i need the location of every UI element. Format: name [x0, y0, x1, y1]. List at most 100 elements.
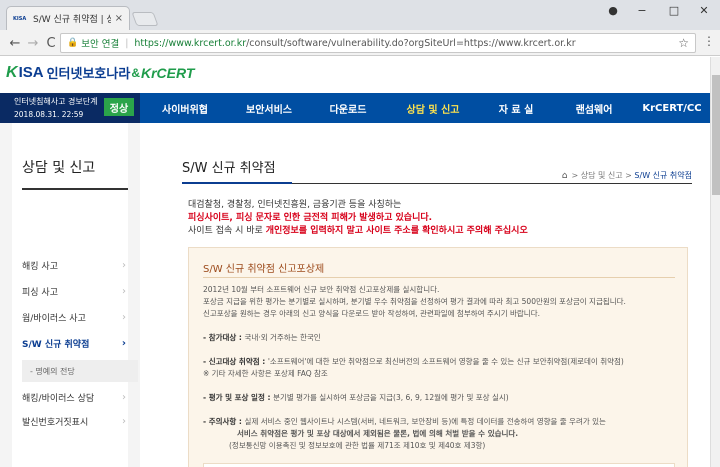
reward-target-label: - 신고대상 취약점 :	[203, 357, 268, 366]
sidebar-panel: 상담 및 신고 해킹 사고 › 피싱 사고 › 웜/바이러스 사고 › S/W 신규 …	[12, 123, 138, 467]
scrollbar-thumb[interactable]	[712, 75, 720, 195]
chevron-right-icon: ›	[122, 285, 126, 297]
logo-kisa: ISA	[18, 64, 44, 81]
reward-inner-panel	[203, 463, 675, 467]
main-navigation: 인터넷침해사고 경보단계 2018.08.31. 22:59 정상 사이버위협 …	[0, 93, 710, 123]
reload-icon[interactable]: C	[42, 34, 60, 52]
sidebar-item-label: 웜/바이러스 사고	[22, 313, 86, 324]
chevron-right-icon: ›	[122, 415, 126, 427]
notice-line-2: 피싱사이트, 피싱 문자로 인한 금전적 피해가 발생하고 있습니다.	[188, 213, 433, 223]
reward-caution: - 주의사항 : 실제 서비스 중인 웹사이트나 시스템(서버, 네트워크, 보…	[203, 416, 683, 428]
tab-close-icon[interactable]: ×	[115, 13, 123, 24]
sidebar-item-hacking-virus-consult[interactable]: 해킹/바이러스 상담 ›	[22, 385, 128, 409]
sidebar-item-phishing[interactable]: 피싱 사고 ›	[22, 279, 128, 303]
sidebar-item-label: S/W 신규 취약점	[22, 339, 90, 350]
menu-item-security-service[interactable]: 보안서비스	[230, 93, 308, 123]
maximize-button[interactable]: □	[658, 0, 690, 20]
menu-bar: 사이버위협 보안서비스 다운로드 상담 및 신고 자 료 실 랜섬웨어 KrCE…	[140, 93, 710, 123]
url-path: /consult/software/vulnerability.do?orgSi…	[246, 37, 576, 49]
browser-menu-icon[interactable]: ⋮	[703, 34, 715, 48]
reward-intro-line-3: 신고포상을 원하는 경우 아래의 신고 양식을 다운로드 받아 작성하여, 관련…	[203, 309, 540, 318]
title-divider	[182, 182, 692, 184]
reward-caution-text: 실제 서비스 중인 웹사이트나 시스템(서버, 네트워크, 보안장비 등)에 특…	[244, 417, 606, 426]
phishing-notice: 대검찰청, 경찰청, 인터넷진흥원, 금융기관 등을 사칭하는 피싱사이트, 피…	[188, 199, 688, 238]
page-title: S/W 신규 취약점	[182, 161, 276, 176]
breadcrumb-current: S/W 신규 취약점	[634, 171, 692, 180]
forward-arrow-icon[interactable]: →	[24, 34, 42, 52]
menu-item-cyber-threat[interactable]: 사이버위협	[140, 93, 230, 123]
kisa-favicon-icon: KISA	[13, 15, 27, 22]
reward-program-box: S/W 신규 취약점 신고포상제 2012년 10월 부터 소프트웨어 신규 보…	[188, 247, 688, 467]
reward-eligibility: - 참가대상 : 국내·외 거주하는 한국인	[203, 332, 683, 344]
logo-k-mark: K	[6, 63, 18, 81]
reward-schedule-text: 분기별 평가를 실시하여 포상금을 지급(3, 6, 9, 12월에 평가 및 …	[273, 393, 509, 402]
address-bar[interactable]: 🔒 보안 연결 | https://www.krcert.or.kr/consu…	[60, 33, 696, 53]
breadcrumb: ⌂ > 상담 및 신고 > S/W 신규 취약점	[562, 170, 692, 181]
sidebar-item-label: 발신번호거짓표시	[22, 417, 89, 428]
notice-line-3-warning: 개인정보를 입력하지 말고 사이트 주소를 확인하시고 주의해 주십시오	[265, 226, 528, 236]
sidebar-item-label: 피싱 사고	[22, 287, 58, 298]
chevron-right-icon: ›	[122, 259, 126, 271]
breadcrumb-separator: >	[571, 171, 579, 180]
notice-line-3: 사이트 접속 시 바로 개인정보를 입력하지 말고 사이트 주소를 확인하시고 …	[188, 225, 688, 238]
sidebar-subitem-hall-of-fame[interactable]: - 명예의 전당	[22, 360, 138, 382]
reward-schedule: - 평가 및 포상 일정 : 분기별 평가를 실시하여 포상금을 지급(3, 6…	[203, 392, 683, 404]
reward-target-text: '소프트웨어'에 대한 보안 취약점으로 최신버전의 소프트웨어 영향을 줄 수…	[267, 357, 624, 366]
chevron-right-icon: ›	[122, 391, 126, 403]
address-separator: |	[125, 37, 129, 49]
menu-item-ransomware[interactable]: 랜섬웨어	[554, 93, 634, 123]
reward-schedule-label: - 평가 및 포상 일정 :	[203, 393, 274, 402]
web-page: K ISA 인터넷보호나라 & KrCERT 인터넷침해사고 경보단계 2018…	[0, 57, 710, 467]
reward-eligibility-label: - 참가대상 :	[203, 333, 245, 342]
notice-line-1: 대검찰청, 경찰청, 인터넷진흥원, 금융기관 등을 사칭하는	[188, 200, 402, 210]
home-icon[interactable]: ⌂	[562, 171, 568, 181]
sidebar-item-worm-virus[interactable]: 웜/바이러스 사고 ›	[22, 305, 128, 329]
back-arrow-icon[interactable]: ←	[6, 34, 24, 52]
sidebar-item-hacking[interactable]: 해킹 사고 ›	[22, 253, 128, 277]
breadcrumb-separator: >	[625, 171, 632, 180]
minimize-button[interactable]: −	[626, 0, 658, 20]
sidebar: 상담 및 신고 해킹 사고 › 피싱 사고 › 웜/바이러스 사고 › S/W 신규 …	[0, 123, 140, 467]
cyber-alert-status[interactable]: 인터넷침해사고 경보단계 2018.08.31. 22:59 정상	[0, 93, 140, 123]
logo-amp: &	[131, 65, 140, 80]
browser-tab[interactable]: KISA S/W 신규 취약점 | 상담 ×	[6, 6, 130, 30]
new-tab-button[interactable]	[131, 12, 159, 26]
alert-level-badge: 정상	[104, 98, 134, 116]
reward-target-note: ※ 기타 자세한 사항은 포상제 FAQ 참조	[203, 369, 328, 378]
reward-caution-warning: 서비스 취약점은 평가 및 포상 대상에서 제외됨은 물론, 법에 의해 처벌 …	[237, 429, 519, 438]
chevron-right-icon: ›	[122, 311, 126, 323]
title-divider-accent	[182, 182, 292, 184]
sidebar-item-sw-vulnerability[interactable]: S/W 신규 취약점 ›	[22, 331, 128, 355]
menu-item-consult-report[interactable]: 상담 및 신고	[388, 93, 478, 123]
reward-intro-line-1: 2012년 10월 부터 소프트웨어 신규 보안 취약점 신고포상제를 실시합니…	[203, 285, 440, 294]
reward-eligibility-text: 국내·외 거주하는 한국인	[244, 333, 321, 342]
browser-toolbar: ← → C 🔒 보안 연결 | https://www.krcert.or.kr…	[0, 30, 720, 56]
url-scheme-host: https://www.krcert.or.kr	[134, 37, 247, 49]
site-header: K ISA 인터넷보호나라 & KrCERT	[0, 57, 710, 93]
lock-icon[interactable]: 🔒	[67, 38, 78, 48]
secure-connection-label[interactable]: 보안 연결	[81, 36, 119, 50]
sidebar-title-divider	[22, 188, 128, 190]
close-window-button[interactable]: ✕	[688, 0, 720, 20]
logo-korean: 인터넷보호나라	[46, 66, 131, 81]
notice-line-3-prefix: 사이트 접속 시 바로	[188, 226, 266, 236]
page-scrollbar[interactable]	[710, 57, 720, 467]
chevron-right-icon: ›	[121, 337, 126, 349]
bookmark-star-icon[interactable]: ☆	[678, 36, 689, 50]
site-logo[interactable]: K ISA 인터넷보호나라 & KrCERT	[6, 63, 194, 82]
url-text[interactable]: https://www.krcert.or.kr/consult/softwar…	[134, 38, 678, 49]
menu-item-download[interactable]: 다운로드	[308, 93, 388, 123]
reward-program-divider	[203, 277, 675, 278]
reward-intro-line-2: 포상금 지급을 위한 평가는 분기별로 실시하며, 분기별 우수 취약점을 선정…	[203, 297, 626, 306]
breadcrumb-item[interactable]: 상담 및 신고	[581, 170, 623, 181]
browser-tab-bar: KISA S/W 신규 취약점 | 상담 × ● − □ ✕	[0, 0, 720, 30]
sidebar-item-label: 해킹/바이러스 상담	[22, 393, 95, 404]
sidebar-item-caller-id-spoofing[interactable]: 발신번호거짓표시 ›	[22, 409, 128, 433]
menu-item-archive[interactable]: 자 료 실	[478, 93, 554, 123]
reward-caution-label: - 주의사항 :	[203, 417, 245, 426]
reward-target: - 신고대상 취약점 : '소프트웨어'에 대한 보안 취약점으로 최신버전의 …	[203, 356, 683, 368]
sidebar-title: 상담 및 신고	[22, 160, 96, 176]
menu-item-krcert-cc[interactable]: KrCERT/CC	[634, 93, 710, 123]
tab-title: S/W 신규 취약점 | 상담	[33, 15, 111, 25]
user-profile-icon[interactable]: ●	[597, 0, 629, 20]
